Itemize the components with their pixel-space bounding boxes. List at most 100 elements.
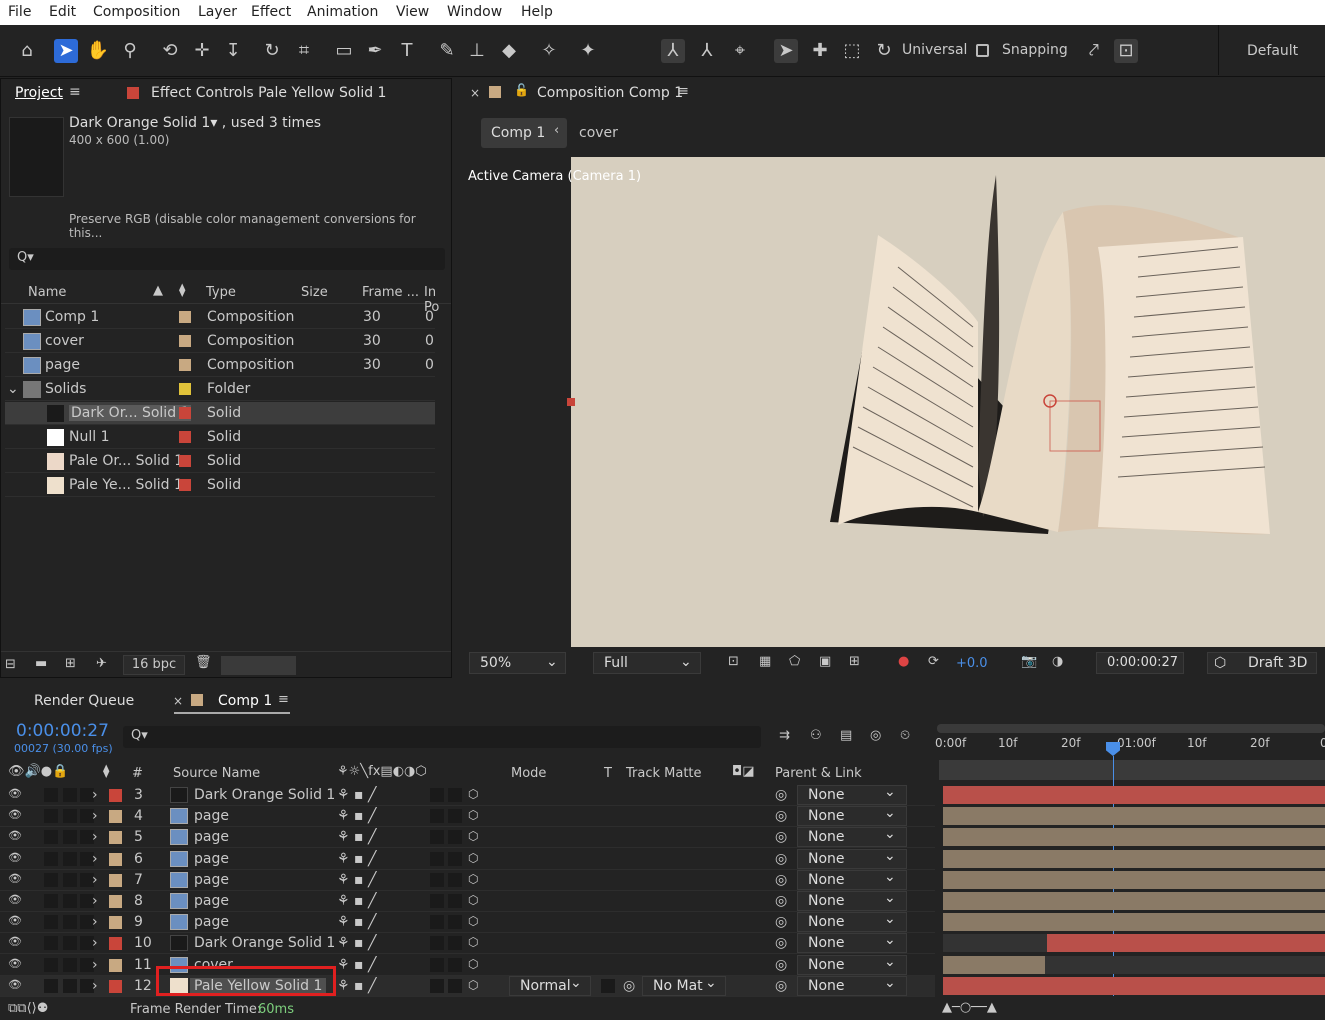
layer-switch-box[interactable] — [448, 915, 462, 930]
layer-duration-bar[interactable] — [943, 976, 1325, 995]
layer-switch-box[interactable] — [430, 851, 444, 866]
layer-switch-box[interactable] — [430, 936, 444, 951]
layer-source-name[interactable]: page — [194, 872, 229, 888]
layer-row[interactable]: 👁 › 6 page ⚘ ▪ ╱ ⬡ ◎ None ⌄ — [0, 848, 935, 870]
layer-switch-box[interactable] — [63, 894, 77, 908]
eye-icon[interactable]: 👁 — [8, 872, 22, 885]
parent-pickwhip-icon[interactable]: ◎ — [775, 957, 787, 973]
3d-layer-icon[interactable]: ⬡ — [468, 914, 478, 928]
layer-switch-box[interactable] — [448, 809, 462, 824]
fast-previews-icon[interactable]: ⊡ — [728, 654, 739, 669]
renderer-button[interactable]: ⬡ Draft 3D — [1207, 652, 1317, 674]
parent-pickwhip-icon[interactable]: ◎ — [775, 935, 787, 951]
panel-menu-icon[interactable]: ≡ — [69, 84, 81, 100]
sort-up-icon[interactable]: ▲ — [153, 283, 163, 298]
layer-switch-box[interactable] — [430, 978, 444, 993]
chevron-right-icon[interactable]: › — [92, 893, 98, 909]
layer-switch-box[interactable] — [44, 851, 58, 866]
chevron-right-icon[interactable]: › — [92, 872, 98, 888]
layer-row[interactable]: 👁 › 5 page ⚘ ▪ ╱ ⬡ ◎ None ⌄ — [0, 826, 935, 849]
item-name[interactable]: Dark Orange Solid 1▾ , used 3 times — [69, 115, 321, 131]
parent-dropdown[interactable]: None ⌄ — [797, 954, 907, 975]
grid-guides-icon[interactable]: ⊞ — [849, 654, 860, 669]
parent-pickwhip-icon[interactable]: ◎ — [775, 872, 787, 888]
3d-move-icon[interactable]: ✚ — [808, 39, 832, 63]
col-size[interactable]: Size — [301, 285, 328, 300]
3d-layer-icon[interactable]: ⬡ — [468, 893, 478, 907]
layer-switch-box[interactable] — [44, 788, 58, 802]
eye-icon[interactable]: 👁 — [8, 957, 22, 970]
layer-switch-box[interactable] — [63, 851, 77, 866]
label-color-swatch[interactable] — [109, 979, 122, 993]
render-icon[interactable]: ✈ — [96, 656, 107, 671]
label-color-swatch[interactable] — [109, 916, 122, 930]
mask-visibility-icon[interactable]: ⬠ — [789, 654, 800, 669]
col-mode[interactable]: Mode — [511, 766, 546, 781]
selection-tool-icon[interactable]: ➤ — [54, 39, 78, 63]
layer-switch-box[interactable] — [44, 809, 58, 824]
layer-switch-box[interactable] — [448, 894, 462, 908]
layer-row[interactable]: 👁 › 12 Pale Yellow Solid 1 ⚘ ▪ ╱ ⬡ Normal ⌄ ◎ No … — [0, 965, 935, 997]
layer-source-name[interactable]: Dark Orange Solid 1 — [194, 787, 335, 803]
workspace-default[interactable]: Default — [1247, 43, 1298, 59]
time-ruler[interactable]: 0:00f 10f 20f 01:00f 10f 20f 02:0 — [935, 724, 1325, 780]
layer-duration-bar[interactable] — [943, 870, 1325, 889]
layer-source-name[interactable]: Dark Orange Solid 1 — [194, 935, 335, 951]
region-of-interest-icon[interactable]: ▣ — [819, 654, 831, 669]
label-color-swatch[interactable] — [179, 407, 191, 419]
eye-icon[interactable]: 👁 — [8, 893, 22, 906]
pen-tool-icon[interactable]: ✒ — [363, 39, 387, 63]
col-frame[interactable]: Frame ... — [362, 285, 419, 300]
parent-dropdown[interactable]: None ⌄ — [797, 805, 907, 827]
zoom-tool-icon[interactable]: ⚲ — [118, 39, 142, 63]
toggle-switches-icon[interactable]: ⧉⧉⟨⟩⚉ — [8, 1001, 48, 1016]
interpret-footage-icon[interactable]: ⊟ — [5, 657, 16, 672]
pan-camera-icon[interactable]: ✛ — [190, 39, 214, 63]
chevron-right-icon[interactable]: › — [92, 957, 98, 973]
layer-switch-box[interactable] — [63, 915, 77, 930]
world-axis-icon[interactable]: ⅄ — [695, 39, 719, 63]
eye-icon[interactable]: 👁 — [8, 978, 22, 991]
layer-switch-box[interactable] — [44, 872, 58, 887]
3d-layer-icon[interactable]: ⬡ — [468, 808, 478, 822]
layer-duration-bar[interactable] — [943, 786, 1325, 804]
parent-pickwhip-icon[interactable]: ◎ — [775, 808, 787, 824]
menu-composition[interactable]: Composition — [93, 4, 180, 20]
project-item[interactable]: Dark Or... Solid 1 Solid — [5, 402, 435, 425]
label-color-swatch[interactable] — [109, 831, 122, 845]
label-color-swatch[interactable] — [179, 311, 191, 323]
project-item[interactable]: page Composition 30 0 — [5, 354, 435, 377]
layer-switch-box[interactable] — [448, 936, 462, 951]
layer-duration-bar[interactable] — [943, 892, 1325, 910]
transparency-grid-icon[interactable]: ▦ — [759, 654, 771, 669]
parent-pickwhip-icon[interactable]: ◎ — [775, 851, 787, 867]
layer-switches[interactable]: ⚘ ▪ ╱ — [337, 787, 376, 803]
layer-source-name[interactable]: page — [194, 893, 229, 909]
eye-icon[interactable]: 👁 — [8, 787, 22, 800]
layer-switches[interactable]: ⚘ ▪ ╱ — [337, 935, 376, 951]
layer-row[interactable]: 👁 › 4 page ⚘ ▪ ╱ ⬡ ◎ None ⌄ — [0, 805, 935, 828]
view-axis-icon[interactable]: ⌖ — [728, 39, 752, 63]
layer-switches[interactable]: ⚘ ▪ ╱ — [337, 914, 376, 930]
label-color-swatch[interactable] — [109, 958, 122, 972]
breadcrumb-comp1[interactable]: Comp 1 ‹ — [481, 118, 567, 148]
playhead-icon[interactable] — [1106, 742, 1120, 756]
3d-rotate-icon[interactable]: ↻ — [872, 39, 896, 63]
menu-animation[interactable]: Animation — [307, 4, 378, 20]
layer-switch-box[interactable] — [448, 957, 462, 972]
project-search-input[interactable]: Q▾ — [9, 248, 445, 270]
project-item[interactable]: ⌄ Solids Folder — [5, 378, 435, 401]
col-t[interactable]: T — [604, 766, 612, 781]
breadcrumb-cover[interactable]: cover — [579, 125, 618, 141]
col-source-name[interactable]: Source Name — [173, 766, 260, 781]
layer-source-name[interactable]: page — [194, 808, 229, 824]
layer-switches[interactable]: ⚘ ▪ ╱ — [337, 978, 376, 994]
layer-switch-box[interactable] — [448, 851, 462, 866]
layer-switch-box[interactable] — [44, 894, 58, 908]
bit-depth-button[interactable]: 16 bpc — [123, 655, 185, 675]
layer-row[interactable]: 👁 › 10 Dark Orange Solid 1 ⚘ ▪ ╱ ⬡ ◎ None ⌄ — [0, 932, 935, 955]
roto-brush-icon[interactable]: ✧ — [537, 39, 561, 63]
dolly-camera-icon[interactable]: ↧ — [221, 39, 245, 63]
layer-duration-bar[interactable] — [943, 955, 1045, 974]
project-item[interactable]: Comp 1 Composition 30 0 — [5, 306, 435, 329]
